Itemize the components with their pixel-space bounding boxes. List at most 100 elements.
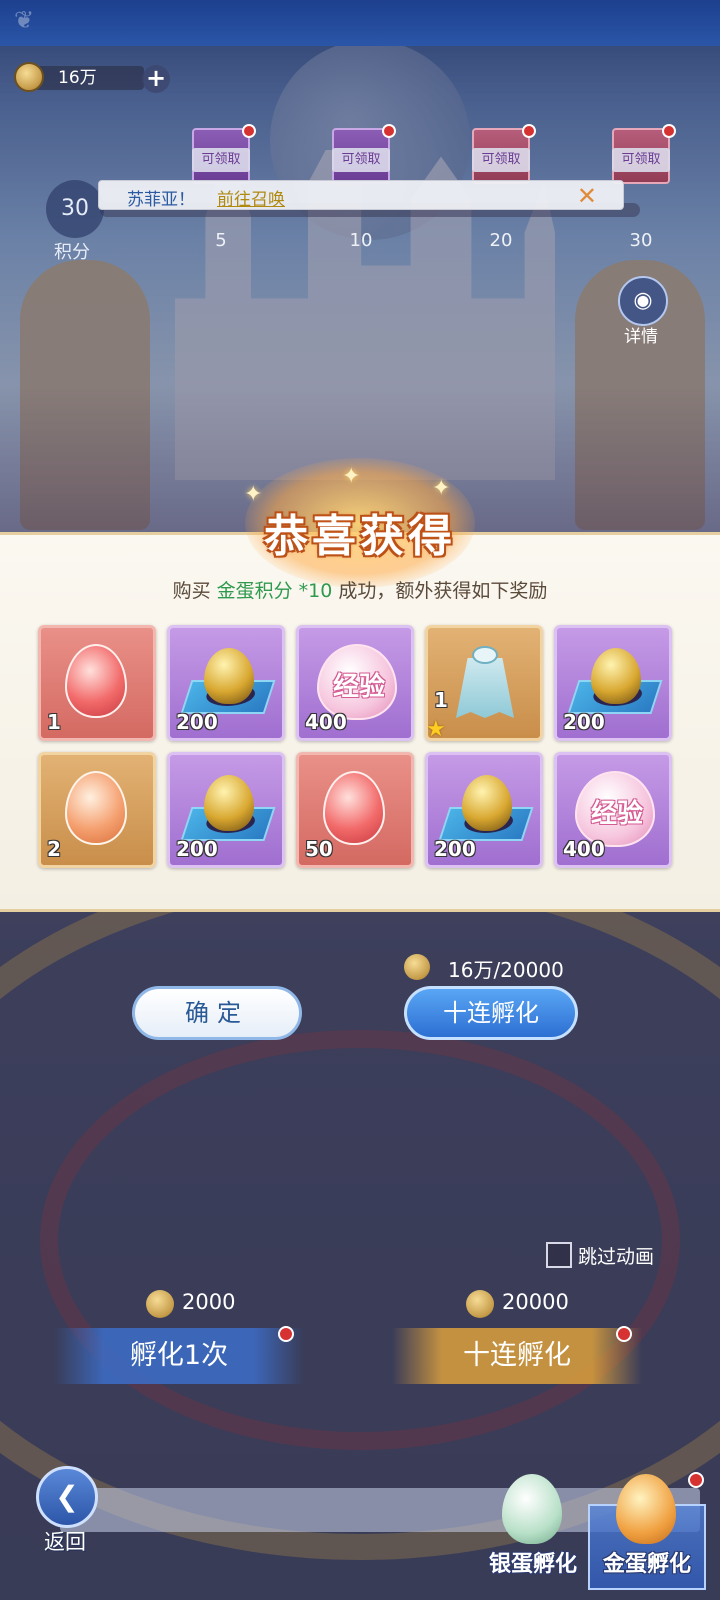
reward-count: 2 — [47, 837, 61, 861]
sparkle-icon: ✦ — [342, 464, 361, 489]
milestone-reward[interactable]: 可领取 30 — [612, 124, 676, 251]
ten-hatch-popup-button[interactable]: 十连孵化 — [404, 986, 578, 1040]
detail-button[interactable]: ◉ 详情 — [614, 276, 672, 347]
claim-label: 可领取 — [332, 148, 390, 172]
milestone-value: 30 — [629, 230, 653, 251]
close-icon[interactable]: ✕ — [577, 181, 597, 211]
reward-count: 1 — [434, 688, 448, 712]
ten-hatch-cost-value: 16万/20000 — [448, 958, 564, 982]
reward-count: 200 — [563, 710, 605, 734]
reward-chest-icon: 可领取 — [472, 124, 536, 184]
message-highlight: 金蛋积分 *10 — [216, 580, 333, 602]
orange-egg-icon — [65, 771, 131, 845]
reward-count: 200 — [176, 837, 218, 861]
claim-label: 可领取 — [192, 148, 250, 172]
milestone-value: 10 — [349, 230, 373, 251]
reward-item[interactable]: 1 ★ — [425, 625, 543, 741]
milestone-reward[interactable]: 可领取 5 — [192, 124, 256, 251]
gold-coin-icon — [404, 954, 430, 980]
gold-coin-icon — [146, 1290, 174, 1318]
single-cost-value: 2000 — [182, 1290, 236, 1314]
skip-checkbox[interactable] — [546, 1242, 572, 1268]
currency-display: 16万 + — [14, 62, 170, 93]
score-label: 积分 — [54, 242, 90, 263]
reward-item[interactable]: 经验 400 — [296, 625, 414, 741]
popup-title: 恭喜获得 — [264, 511, 456, 562]
gold-egg-icon — [616, 1474, 676, 1544]
reward-item[interactable]: 50 — [296, 752, 414, 868]
message-prefix: 购买 — [172, 580, 217, 602]
reward-item[interactable]: 1 — [38, 625, 156, 741]
gold-coin-icon — [466, 1290, 494, 1318]
star-icon: ★ — [426, 717, 446, 741]
red-egg-icon — [65, 644, 131, 718]
notification-dot — [688, 1472, 704, 1488]
reward-message: 购买 金蛋积分 *10 成功，额外获得如下奖励 — [0, 576, 720, 603]
notification-dot — [662, 124, 676, 138]
gold-egg-mat-icon — [180, 771, 276, 843]
gold-egg-mat-icon — [567, 644, 663, 716]
hatch-once-label: 孵化1次 — [129, 1340, 229, 1371]
hatch-once-button[interactable]: 孵化1次 — [54, 1326, 304, 1384]
reward-count: 50 — [305, 837, 333, 861]
notification-dot — [278, 1326, 294, 1342]
tab-gold-egg-hatch[interactable]: 金蛋孵化 — [588, 1472, 706, 1594]
gold-egg-mat-icon — [180, 644, 276, 716]
currency-value: 16万 — [58, 68, 97, 88]
reward-item[interactable]: 200 — [167, 752, 285, 868]
tab-silver-egg-hatch[interactable]: 银蛋孵化 — [474, 1474, 592, 1594]
reward-chest-icon: 可领取 — [332, 124, 396, 184]
score-badge: 30 — [46, 180, 104, 238]
confirm-button[interactable]: 确定 — [132, 986, 302, 1040]
back-button[interactable]: ❮ 返回 — [36, 1466, 106, 1566]
claim-label: 可领取 — [612, 148, 670, 172]
milestone-value: 5 — [215, 230, 227, 251]
book-icon: ◉ — [618, 276, 668, 326]
ten-hatch-button[interactable]: 十连孵化 — [392, 1326, 642, 1384]
reward-count: 400 — [563, 837, 605, 861]
add-currency-button[interactable]: + — [142, 65, 170, 93]
top-bar: ❦ — [0, 0, 720, 46]
summon-notice: 苏菲亚！ 前往召唤 ✕ — [98, 180, 624, 210]
notification-dot — [616, 1326, 632, 1342]
notification-dot — [382, 124, 396, 138]
milestone-reward[interactable]: 可领取 20 — [472, 124, 536, 251]
claim-label: 可领取 — [472, 148, 530, 172]
go-summon-link[interactable]: 前往召唤 — [217, 185, 285, 210]
silver-egg-icon — [502, 1474, 562, 1544]
reward-item[interactable]: 200 — [167, 625, 285, 741]
red-egg-icon — [323, 771, 389, 845]
milestone-reward[interactable]: 可领取 10 — [332, 124, 396, 251]
gold-coin-icon — [14, 62, 44, 92]
exp-egg-icon: 经验 — [575, 771, 655, 847]
tab-silver-label: 银蛋孵化 — [488, 1552, 577, 1577]
notification-dot — [242, 124, 256, 138]
reward-count: 1 — [47, 710, 61, 734]
cape-icon — [452, 644, 518, 718]
skip-animation-label: 跳过动画 — [578, 1246, 655, 1268]
message-suffix: 成功，额外获得如下奖励 — [332, 580, 548, 602]
gold-egg-mat-icon — [438, 771, 534, 843]
notification-dot — [522, 124, 536, 138]
reward-count: 400 — [305, 710, 347, 734]
reward-grid: 1 200 经验 400 1 ★ 200 2 200 50 200 经验 400 — [38, 625, 680, 871]
back-arrow-icon: ❮ — [36, 1466, 98, 1528]
notice-name: 苏菲亚！ — [127, 190, 195, 210]
reward-chest-icon: 可领取 — [192, 124, 256, 184]
wing-logo-icon: ❦ — [14, 6, 35, 34]
ten-hatch-label: 十连孵化 — [463, 1340, 571, 1371]
reward-count: 200 — [434, 837, 476, 861]
reward-item[interactable]: 经验 400 — [554, 752, 672, 868]
tab-gold-label: 金蛋孵化 — [602, 1552, 691, 1577]
detail-label: 详情 — [624, 327, 658, 347]
reward-chest-icon: 可领取 — [612, 124, 676, 184]
sparkle-icon: ✦ — [432, 476, 451, 501]
reward-item[interactable]: 2 — [38, 752, 156, 868]
ten-cost-value: 20000 — [502, 1290, 569, 1314]
back-label: 返回 — [44, 1530, 86, 1554]
milestone-value: 20 — [489, 230, 513, 251]
reward-count: 200 — [176, 710, 218, 734]
reward-item[interactable]: 200 — [554, 625, 672, 741]
exp-egg-icon: 经验 — [317, 644, 397, 720]
reward-item[interactable]: 200 — [425, 752, 543, 868]
